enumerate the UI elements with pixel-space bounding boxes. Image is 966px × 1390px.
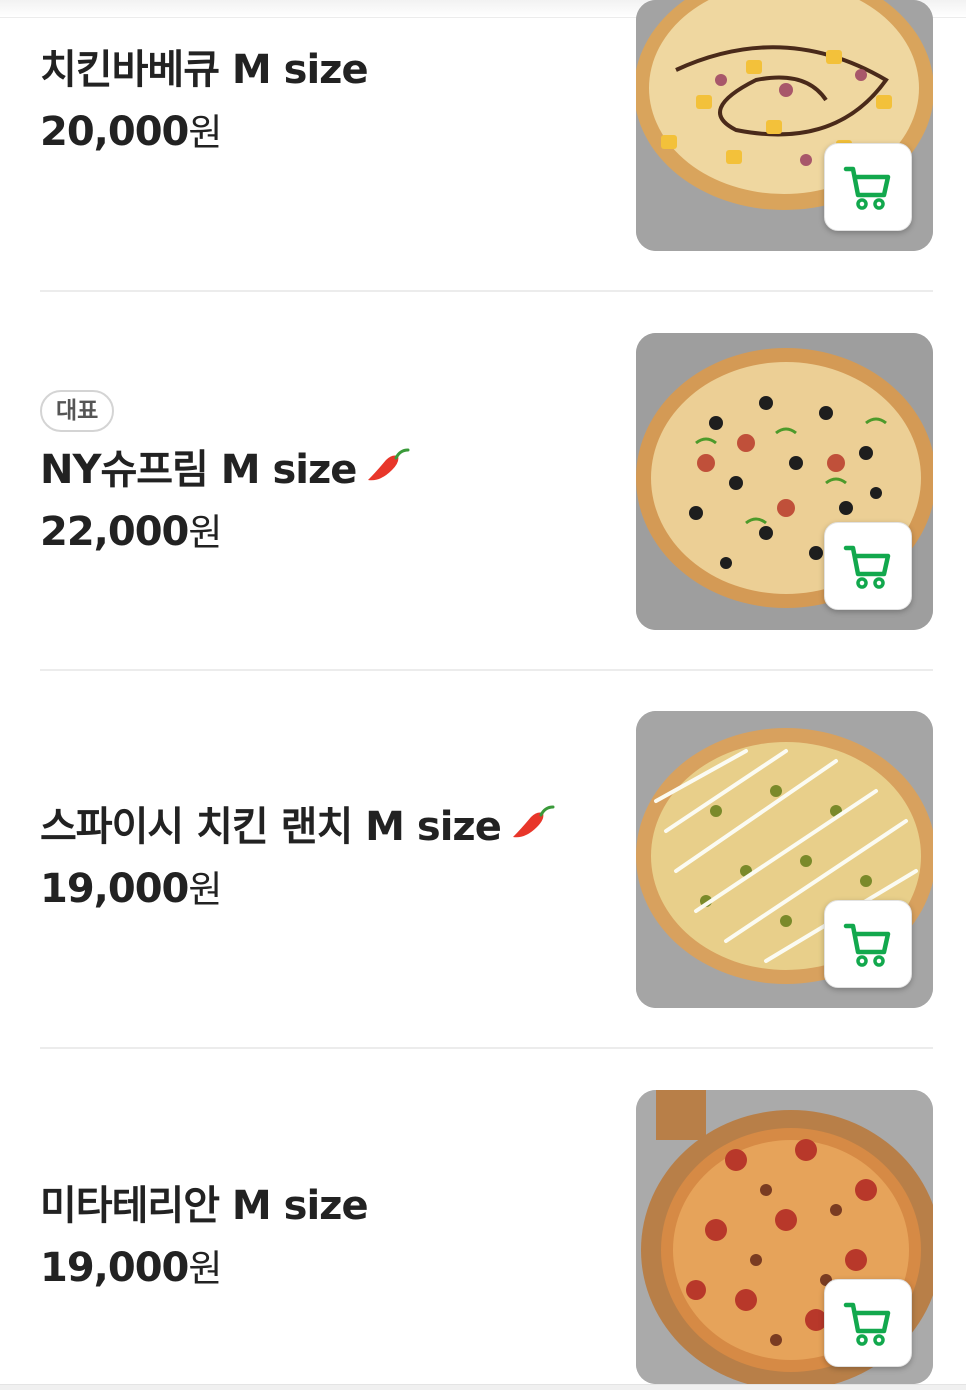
cart-icon [843,166,891,210]
bottom-bar-edge [0,1384,966,1390]
add-to-cart-button[interactable] [824,900,912,988]
cart-icon [843,1302,891,1346]
chili-pepper-icon [512,805,555,838]
add-to-cart-button[interactable] [824,143,912,231]
menu-item-ny-supreme[interactable]: 대표 NY슈프림 M size 22,000원 [40,333,933,630]
menu-item-name: 스파이시 치킨 랜치 M size [40,801,620,853]
add-to-cart-button[interactable] [824,522,912,610]
menu-item-price: 20,000원 [40,109,222,155]
chili-pepper-icon [368,448,410,481]
menu-item-name: NY슈프림 M size [40,444,620,496]
pizza-image[interactable] [636,333,933,630]
menu-item-name: 치킨바베큐 M size [40,47,369,93]
menu-item-info: 스파이시 치킨 랜치 M size 19,000원 [40,801,620,918]
add-to-cart-button[interactable] [824,1279,912,1367]
cart-icon [843,545,891,589]
menu-item-info: 치킨바베큐 M size 20,000원 [40,44,620,161]
menu-item-meatatarian[interactable]: 미타테리안 M size 19,000원 [40,1090,933,1384]
menu-item-chicken-bbq[interactable]: 치킨바베큐 M size 20,000원 [40,0,933,260]
menu-item-price: 19,000원 [40,1245,222,1291]
pizza-image[interactable] [636,1090,933,1384]
divider [40,290,933,292]
menu-item-name: 미타테리안 M size [40,1183,369,1229]
menu-item-info: 미타테리안 M size 19,000원 [40,1180,620,1297]
menu-item-price: 19,000원 [40,866,222,912]
pizza-image[interactable] [636,0,933,251]
divider [40,669,933,671]
pizza-image[interactable] [636,711,933,1008]
divider [40,1047,933,1049]
menu-item-spicy-chicken-ranch[interactable]: 스파이시 치킨 랜치 M size 19,000원 [40,711,933,1008]
cart-icon [843,923,891,967]
signature-badge: 대표 [40,390,115,432]
menu-item-info: 대표 NY슈프림 M size 22,000원 [40,390,620,561]
menu-item-price: 22,000원 [40,509,222,555]
